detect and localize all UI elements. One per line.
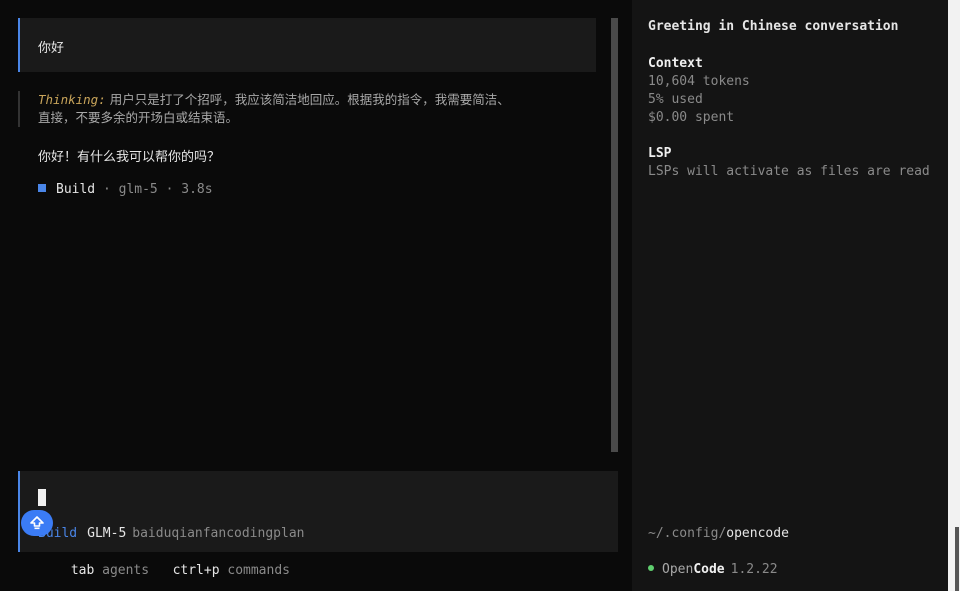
context-section: Context 10,604 tokens 5% used $0.00 spen… [648,55,750,127]
status-dot-icon [648,565,654,571]
hint-commands-key: ctrl+p [172,563,220,578]
assistant-reply: 你好！有什么我可以帮你的吗？ [38,150,221,165]
window-edge [948,0,960,591]
session-title: Greeting in Chinese conversation [648,19,899,34]
context-spent: $0.00 spent [648,110,735,125]
hint-tab-desc: agents [102,563,150,578]
mode-line: Build GLM-5 baiduqianfancodingplan [38,526,304,541]
lsp-heading: LSP [648,146,672,161]
hint-tab-key: tab [70,563,95,578]
prompt-input[interactable]: Build GLM-5 baiduqianfancodingplan [18,471,618,552]
path-prefix: ~/.config/ [648,526,727,541]
lsp-section: LSP LSPs will activate as files are read [648,145,930,181]
conversation-scrollbar[interactable] [611,18,618,452]
window-scrollbar[interactable] [955,527,959,591]
thinking-block: Thinking: 用户只是打了个招呼，我应该简洁地回应。根据我的指令，我需要简… [18,91,588,127]
thinking-text-line2: 直接，不要多余的开场白或结束语。 [38,110,239,125]
current-provider: baiduqianfancodingplan [132,526,305,541]
upload-button[interactable] [21,510,53,536]
thinking-text-line1: 用户只是打了个招呼，我应该简洁地回应。根据我的指令，我需要简洁、 [109,92,510,107]
build-model: glm-5 [118,182,158,197]
session-sidebar: Greeting in Chinese conversation Context… [632,0,948,591]
context-tokens: 10,604 tokens [648,74,750,89]
app-version: OpenCode 1.2.22 [648,562,778,577]
version-number: 1.2.22 [730,562,778,577]
thinking-label: Thinking: [38,92,106,107]
build-duration: 3.8s [181,182,213,197]
current-model[interactable]: GLM-5 [87,526,126,541]
build-info: Build · glm-5 · 3.8s [38,182,213,197]
arrow-up-icon [30,516,44,530]
agent-square-icon [38,184,46,192]
brand-code: Code [693,562,725,577]
brand-open: Open [662,562,694,577]
user-message: 你好 [18,18,596,72]
user-message-text: 你好 [38,41,65,56]
keyboard-hints: tab agents ctrl+p commands [71,563,290,578]
hint-commands-desc: commands [227,563,290,578]
working-directory: ~/.config/opencode [648,526,789,541]
build-separator: · [165,182,174,197]
build-agent-name: Build [56,182,96,197]
build-separator: · [102,182,111,197]
lsp-status: LSPs will activate as files are read [648,164,930,179]
context-heading: Context [648,56,703,71]
conversation-pane: 你好 Thinking: 用户只是打了个招呼，我应该简洁地回应。根据我的指令，我… [0,0,632,591]
path-dir: opencode [726,526,789,541]
context-used: 5% used [648,92,703,107]
text-cursor [38,489,46,506]
